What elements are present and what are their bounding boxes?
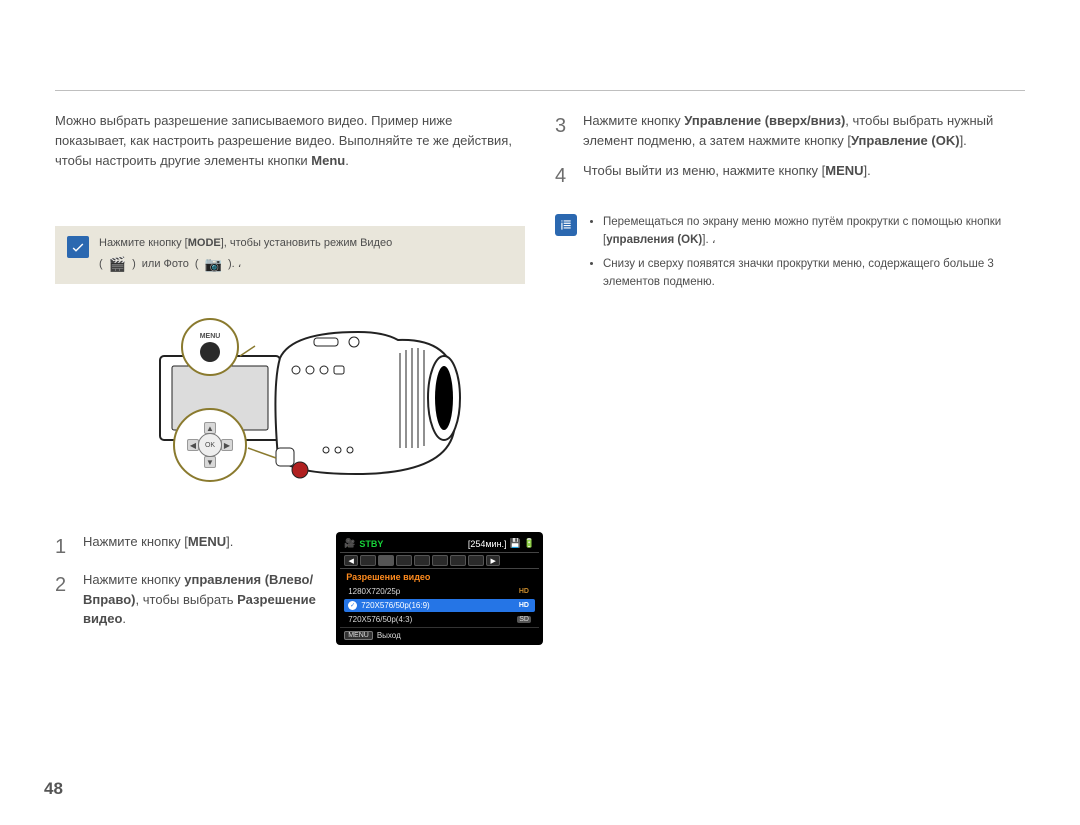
lcd-tab-next-icon: ▶ — [486, 555, 500, 566]
navpad-graphic: ▲ ▼ ◀ ▶ OK — [187, 422, 233, 468]
lcd-time-label: [254мин.] — [468, 539, 507, 549]
lcd-rec-icon: 🎥 — [344, 538, 355, 549]
step-1-number: 1 — [55, 532, 73, 562]
intro-line: Можно выбрать разрешение записываемого в… — [55, 113, 368, 128]
callout-menu-button: MENU — [181, 318, 239, 376]
lcd-tabbar: ◀ ▶ — [340, 552, 539, 569]
page-number: 48 — [44, 779, 63, 799]
lcd-row-1: ✓720X576/50p(16:9) HD — [344, 599, 535, 612]
lcd-row-0: 1280X720/25p HD — [344, 585, 535, 598]
lcd-row-2: 720X576/50p(4:3) SD — [344, 613, 535, 626]
photo-mode-icon: 📷 — [205, 255, 222, 274]
preverify-box: Нажмите кнопку [MODE], чтобы установить … — [55, 226, 525, 284]
lcd-exit-label: Выход — [377, 631, 401, 640]
nav-right-icon: ▶ — [221, 439, 233, 451]
lcd-tab-1 — [360, 555, 376, 566]
note-icon — [555, 214, 577, 236]
menu-word: Menu — [311, 153, 345, 168]
step-2-number: 2 — [55, 570, 73, 629]
video-mode-icon: 🎬 — [109, 255, 126, 274]
lcd-option-list: 1280X720/25p HD ✓720X576/50p(16:9) HD 72… — [340, 585, 539, 626]
step-4-number: 4 — [555, 161, 573, 192]
note-2-text: Снизу и сверху появятся значки прокрутки… — [603, 256, 1025, 292]
lcd-tab-3 — [396, 555, 412, 566]
callout-navpad: ▲ ▼ ◀ ▶ OK — [173, 408, 247, 482]
left-column: Можно выбрать разрешение записываемого в… — [55, 111, 525, 645]
camcorder-svg — [100, 298, 480, 518]
note-body: Перемещаться по экрану меню можно путём … — [587, 214, 1025, 297]
nav-down-icon: ▼ — [204, 456, 216, 468]
left-steps: 1 Нажмите кнопку [MENU]. 2 Нажмите кнопк… — [55, 532, 318, 637]
or-word: или Фото — [142, 257, 189, 272]
right-column: 3 Нажмите кнопку Управление (вверх/вниз)… — [555, 111, 1025, 645]
lcd-menu-btn-label: MENU — [344, 631, 373, 640]
intro-text: Можно выбрать разрешение записываемого в… — [55, 111, 525, 171]
lcd-tab-4 — [414, 555, 430, 566]
lcd-check-icon: ✓ — [348, 601, 357, 610]
camcorder-illustration: MENU ▲ ▼ ◀ ▶ OK — [55, 298, 525, 518]
step-3-number: 3 — [555, 111, 573, 151]
lcd-stby-label: STBY — [359, 539, 383, 549]
note-ok-label: управления (OK) — [606, 234, 702, 246]
lcd-menu-title: Разрешение видео — [340, 570, 539, 584]
lcd-tab-5 — [432, 555, 448, 566]
lcd-screenshot: 🎥 STBY [254мин.] 💾 🔋 ◀ — [336, 532, 543, 645]
preverify-text: Нажмите кнопку [MODE], чтобы установить … — [99, 236, 392, 274]
check-icon — [67, 236, 89, 258]
lcd-tab-6 — [450, 555, 466, 566]
lcd-card-icon: 💾 — [510, 538, 521, 549]
lcd-battery-icon: 🔋 — [524, 538, 535, 549]
lcd-tab-prev-icon: ◀ — [344, 555, 358, 566]
nav-ok-icon: OK — [198, 433, 222, 457]
lcd-tab-7 — [468, 555, 484, 566]
lcd-tab-2 — [378, 555, 394, 566]
callout-menu-label: MENU — [200, 333, 221, 340]
section-rule — [55, 90, 1025, 91]
